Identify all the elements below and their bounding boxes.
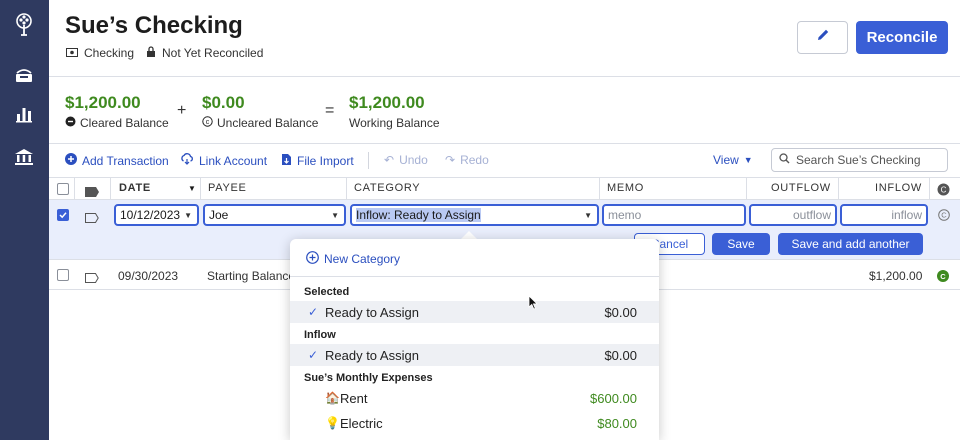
balance-summary: $1,200.00 Cleared Balance + $0.00 c Uncle… [49, 77, 960, 144]
reconcile-button[interactable]: Reconcile [856, 21, 948, 54]
house-emoji-icon: 🏠 [325, 391, 340, 405]
table-header: DATE ▼ PAYEE CATEGORY MEMO OUTFLOW INFLO… [49, 177, 960, 200]
lock-icon [146, 46, 156, 60]
category-option-ready-to-assign[interactable]: ✓ Ready to Assign $0.00 [290, 301, 659, 323]
redo-icon: ↷ [445, 153, 456, 167]
inflow-field[interactable]: inflow [840, 204, 928, 226]
row-payee: Starting Balance [207, 269, 296, 283]
add-transaction-button[interactable]: Add Transaction [65, 153, 169, 168]
row-checkbox[interactable] [57, 269, 69, 281]
uncleared-balance: $0.00 c Uncleared Balance [202, 93, 319, 130]
checkmark-icon: ✓ [308, 305, 319, 319]
caret-down-icon: ▼ [743, 155, 753, 165]
pencil-icon [815, 27, 831, 48]
toolbar-divider [368, 152, 369, 169]
date-field[interactable]: 10/12/2023 ▼ [114, 204, 199, 226]
caret-down-icon: ▼ [184, 211, 192, 220]
column-category[interactable]: CATEGORY [354, 182, 420, 194]
search-input[interactable]: Search Sue’s Checking [771, 148, 948, 172]
account-header: Sue’s Checking Checking Not Yet Reconcil… [49, 0, 960, 77]
svg-text:C: C [941, 211, 947, 220]
column-date[interactable]: DATE [119, 182, 151, 194]
save-button[interactable]: Save [712, 233, 770, 255]
cash-icon [66, 46, 78, 60]
tree-logo-icon[interactable] [12, 13, 36, 37]
row-checkbox[interactable] [57, 209, 69, 221]
category-option-electric[interactable]: 💡 Electric $80.00 [290, 412, 659, 434]
uncleared-toggle-icon[interactable]: C [938, 208, 950, 226]
category-field[interactable]: Inflow: Ready to Assign ▼ [350, 204, 599, 226]
column-outflow[interactable]: OUTFLOW [771, 182, 831, 194]
checkmark-icon: ✓ [308, 348, 319, 362]
cleared-balance: $1,200.00 Cleared Balance [65, 93, 169, 130]
group-header: Inflow [304, 329, 336, 341]
search-icon [779, 153, 790, 167]
undo-icon: ↶ [384, 153, 395, 167]
account-type: Checking [66, 46, 134, 60]
column-inflow[interactable]: INFLOW [875, 182, 922, 194]
svg-text:C: C [941, 186, 947, 195]
row-inflow: $1,200.00 [869, 269, 923, 283]
reconcile-status: Not Yet Reconciled [146, 46, 263, 60]
select-all-checkbox[interactable] [57, 183, 69, 195]
caret-down-icon: ▼ [584, 211, 592, 220]
link-account-button[interactable]: Link Account [180, 153, 267, 168]
working-balance: $1,200.00 Working Balance [349, 93, 440, 130]
new-category-button[interactable]: New Category [306, 251, 400, 267]
category-dropdown: New Category Selected ✓ Ready to Assign … [290, 239, 659, 440]
mouse-cursor-icon [528, 295, 538, 315]
cloud-link-icon [180, 153, 194, 168]
sort-caret-icon[interactable]: ▼ [188, 184, 196, 193]
cleared-icon [65, 116, 76, 130]
lightbulb-emoji-icon: 💡 [325, 416, 340, 430]
column-payee[interactable]: PAYEE [208, 182, 247, 194]
cleared-status-icon[interactable]: C [937, 269, 949, 287]
flag-icon[interactable] [85, 210, 99, 228]
equals-operator: = [325, 102, 335, 119]
memo-field[interactable]: memo [602, 204, 746, 226]
svg-text:C: C [940, 272, 946, 281]
flag-icon[interactable] [85, 270, 99, 288]
category-option-rent[interactable]: 🏠 Rent $600.00 [290, 387, 659, 409]
accounts-icon[interactable] [12, 145, 36, 169]
redo-button[interactable]: ↷ Redo [445, 153, 489, 167]
group-header: Sue’s Monthly Expenses [304, 372, 433, 384]
group-header: Selected [304, 286, 350, 298]
row-date: 09/30/2023 [118, 269, 179, 283]
save-and-add-another-button[interactable]: Save and add another [778, 233, 923, 255]
category-option-ready-to-assign[interactable]: ✓ Ready to Assign $0.00 [290, 344, 659, 366]
svg-text:c: c [206, 119, 210, 126]
uncleared-icon: c [202, 116, 213, 130]
caret-down-icon: ▼ [331, 211, 339, 220]
page-title: Sue’s Checking [65, 12, 243, 39]
payee-field[interactable]: Joe ▼ [203, 204, 346, 226]
edit-account-button[interactable] [797, 21, 848, 54]
reports-icon[interactable] [12, 102, 36, 126]
plus-circle-icon [65, 153, 77, 168]
register-toolbar: Add Transaction Link Account File Import… [49, 144, 960, 177]
column-memo[interactable]: MEMO [607, 182, 644, 194]
plus-operator: + [177, 102, 187, 119]
undo-button[interactable]: ↶ Undo [384, 153, 428, 167]
budget-icon[interactable] [12, 64, 36, 88]
file-import-button[interactable]: File Import [281, 153, 354, 169]
outflow-field[interactable]: outflow [749, 204, 837, 226]
view-menu-button[interactable]: View ▼ [713, 153, 753, 167]
sidebar [0, 0, 49, 440]
plus-circle-icon [306, 251, 319, 267]
file-import-icon [281, 153, 292, 169]
cleared-column-icon[interactable]: C [937, 183, 950, 201]
